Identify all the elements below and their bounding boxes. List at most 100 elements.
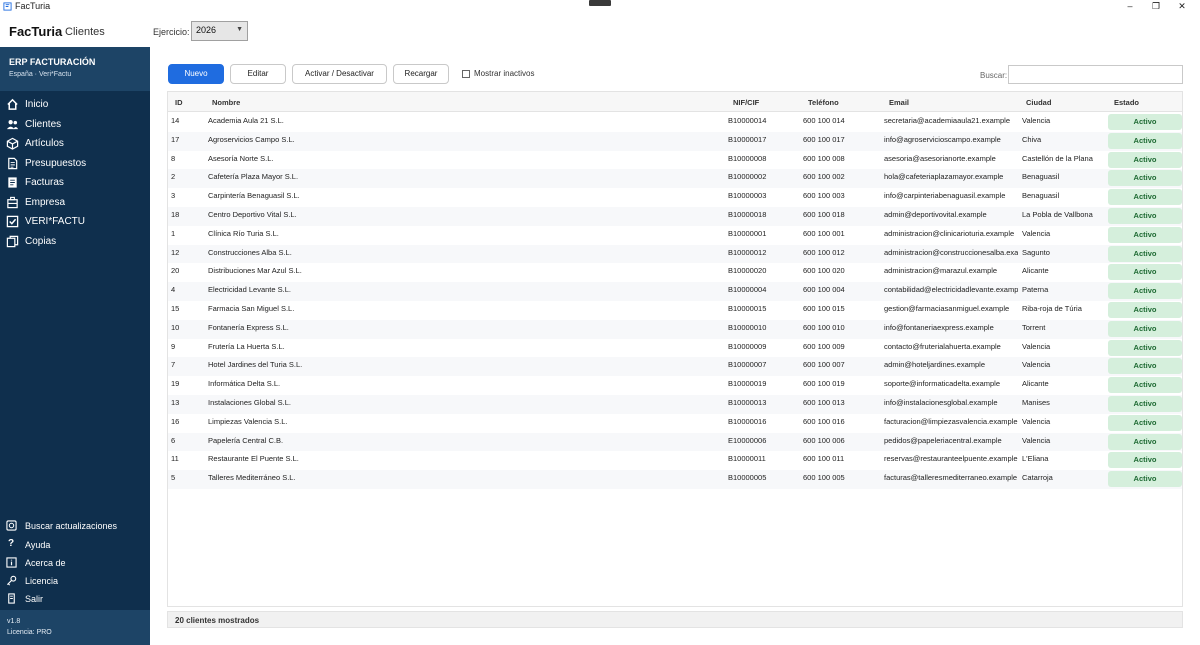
- ejercicio-select[interactable]: 2026 ▼: [191, 21, 248, 41]
- table-row[interactable]: 10 Fontanería Express S.L. B10000010 600 10…: [168, 319, 1182, 339]
- cell-nombre: Asesoría Norte S.L.: [208, 153, 274, 163]
- status-badge: Activo: [1108, 170, 1182, 187]
- table-row[interactable]: 14 Academia Aula 21 S.L. B10000014 600 100 …: [168, 113, 1182, 132]
- sidebar-item-inicio[interactable]: Inicio: [0, 96, 150, 115]
- minimize-icon[interactable]: –: [1118, 0, 1142, 13]
- table-row[interactable]: 13 Instalaciones Global S.L. B10000013 600 …: [168, 395, 1182, 414]
- sidebar-util-licencia[interactable]: Licencia: [0, 573, 150, 590]
- search-input[interactable]: [1008, 65, 1183, 84]
- table-row[interactable]: 16 Limpiezas Valencia S.L. B10000016 600 10…: [168, 414, 1182, 433]
- cell-ciudad: Alicante: [1022, 266, 1049, 276]
- cell-ciudad: Castellón de la Plana: [1022, 153, 1093, 163]
- table-row[interactable]: 17 Agroservicios Campo S.L. B10000017 600 1…: [168, 131, 1182, 151]
- cell-ciudad: Valencia: [1022, 341, 1051, 351]
- sidebar-item-empresa[interactable]: Empresa: [0, 194, 150, 213]
- cell-email: info@agroservicioscampo.example: [884, 134, 1001, 144]
- cell-nif: B10000010: [728, 322, 767, 332]
- status-badge: Activo: [1108, 114, 1182, 130]
- sidebar-item-copias[interactable]: Copias: [0, 233, 150, 252]
- ejercicio-label: Ejercicio:: [153, 27, 190, 37]
- chevron-down-icon: ▼: [236, 26, 243, 33]
- cell-ciudad: Valencia: [1022, 360, 1051, 370]
- cell-telefono: 600 100 017: [803, 134, 845, 144]
- sidebar-util-salir[interactable]: Salir: [0, 591, 150, 608]
- activar-desactivar-button[interactable]: Activar / Desactivar: [292, 64, 387, 84]
- sidebar-item-facturas[interactable]: Facturas: [0, 174, 150, 193]
- table-row[interactable]: 4 Electricidad Levante S.L. B10000004 600 1…: [168, 282, 1182, 301]
- close-icon[interactable]: ✕: [1170, 0, 1194, 13]
- mostrar-inactivos-checkbox[interactable]: [462, 70, 470, 78]
- column-header-email[interactable]: Email: [889, 98, 909, 107]
- sidebar-item-articulos[interactable]: Artículos: [0, 135, 150, 154]
- cell-email: administracion@clinicarioturia.example: [884, 228, 1015, 238]
- cell-email: administracion@construccionesalba.exar: [884, 247, 1018, 257]
- status-badge: Activo: [1108, 320, 1182, 337]
- column-header-nombre[interactable]: Nombre: [212, 98, 240, 107]
- status-badge: Activo: [1108, 132, 1182, 149]
- cell-nif: B10000009: [728, 341, 767, 351]
- cell-id: 11: [171, 454, 179, 464]
- cell-ciudad: La Pobla de Vallbona: [1022, 210, 1093, 219]
- sidebar-util-label: Licencia: [25, 576, 59, 586]
- recargar-button[interactable]: Recargar: [393, 64, 449, 84]
- cell-nombre: Academia Aula 21 S.L.: [208, 116, 284, 125]
- cell-ciudad: Valencia: [1022, 435, 1051, 445]
- cell-nombre: Electricidad Levante S.L.: [208, 285, 291, 295]
- table-row[interactable]: 9 Frutería La Huerta S.L. B10000009 600 100…: [168, 339, 1182, 358]
- table-row[interactable]: 19 Informática Delta S.L. B10000019 600 100…: [168, 376, 1182, 395]
- cell-email: info@carpinteriabenaguasil.example: [884, 191, 1006, 201]
- sidebar-item-clientes[interactable]: Clientes: [0, 116, 150, 135]
- maximize-icon[interactable]: ❐: [1144, 0, 1168, 13]
- exit-icon: [8, 593, 15, 604]
- sidebar-item-presupuestos[interactable]: Presupuestos: [0, 155, 150, 174]
- column-header-ciudad[interactable]: Ciudad: [1026, 98, 1051, 107]
- sidebar-util-buscar-actualizaciones[interactable]: Buscar actualizaciones: [0, 518, 150, 535]
- table-row[interactable]: 5 Talleres Mediterráneo S.L. B10000005 600 …: [168, 470, 1182, 489]
- cell-telefono: 600 100 018: [803, 210, 845, 219]
- drag-handle[interactable]: [589, 0, 611, 6]
- table-row[interactable]: 20 Distribuciones Mar Azul S.L. B10000020 6…: [168, 263, 1182, 282]
- sidebar-util-acerca-de[interactable]: Acerca de: [0, 555, 150, 572]
- column-header-estado[interactable]: Estado: [1114, 98, 1139, 107]
- cell-nif: B10000001: [728, 228, 767, 238]
- editar-button[interactable]: Editar: [230, 64, 286, 84]
- table-row[interactable]: 1 Clínica Río Turia S.L. B10000001 600 100 …: [168, 226, 1182, 245]
- cell-ciudad: Alicante: [1022, 379, 1049, 389]
- cell-id: 10: [171, 322, 180, 332]
- status-badge: Activo: [1108, 283, 1182, 300]
- status-badge: Activo: [1108, 339, 1182, 356]
- table-row[interactable]: 15 Farmacia San Miguel S.L. B10000015 600 1…: [168, 301, 1182, 320]
- status-badge: Activo: [1108, 414, 1182, 431]
- table-row[interactable]: 2 Cafetería Plaza Mayor S.L. B10000002 600 …: [168, 169, 1182, 189]
- table-row[interactable]: 18 Centro Deportivo Vital S.L. B10000018 60…: [168, 207, 1182, 226]
- nuevo-button[interactable]: Nuevo: [168, 64, 224, 84]
- cell-telefono: 600 100 008: [803, 153, 845, 163]
- sidebar-util-ayuda[interactable]: ? Ayuda: [0, 537, 150, 554]
- sidebar-item-verifactu[interactable]: VERI*FACTU: [0, 213, 150, 232]
- table-row[interactable]: 3 Carpintería Benaguasil S.L. B10000003 600…: [168, 188, 1182, 207]
- cell-nombre: Distribuciones Mar Azul S.L.: [208, 266, 302, 276]
- table-row[interactable]: 8 Asesoría Norte S.L. B10000008 600 100 008…: [168, 151, 1182, 170]
- column-header-id[interactable]: ID: [175, 98, 183, 107]
- cell-id: 6: [171, 435, 176, 445]
- status-text: 20 clientes mostrados: [175, 616, 260, 625]
- table-row[interactable]: 11 Restaurante El Puente S.L. B10000011 600…: [168, 451, 1182, 470]
- cell-nif: B10000016: [728, 416, 767, 426]
- cell-id: 17: [171, 134, 180, 144]
- app-name: FacTuria: [9, 24, 63, 39]
- table-header: ID Nombre NIF/CIF Teléfono Email Ciudad …: [168, 92, 1182, 112]
- version-block: v1.8 Licencia: PRO: [0, 610, 150, 645]
- cell-email: facturas@talleresmediterraneo.example: [884, 473, 1018, 483]
- status-bar: 20 clientes mostrados: [167, 611, 1183, 628]
- column-header-telefono[interactable]: Teléfono: [808, 98, 839, 107]
- cell-telefono: 600 100 012: [803, 247, 845, 257]
- cell-nombre: Centro Deportivo Vital S.L.: [208, 210, 297, 219]
- cell-telefono: 600 100 016: [803, 416, 845, 426]
- table-row[interactable]: 6 Papelería Central C.B. E10000006 600 100 …: [168, 432, 1182, 452]
- table-row[interactable]: 7 Hotel Jardines del Turia S.L. B10000007 6…: [168, 357, 1182, 377]
- cell-telefono: 600 100 015: [803, 304, 845, 313]
- status-badge: Activo: [1108, 396, 1182, 412]
- cell-nif: B10000019: [728, 379, 767, 389]
- table-row[interactable]: 12 Construcciones Alba S.L. B10000012 600 1…: [168, 244, 1182, 264]
- column-header-nif[interactable]: NIF/CIF: [733, 98, 759, 107]
